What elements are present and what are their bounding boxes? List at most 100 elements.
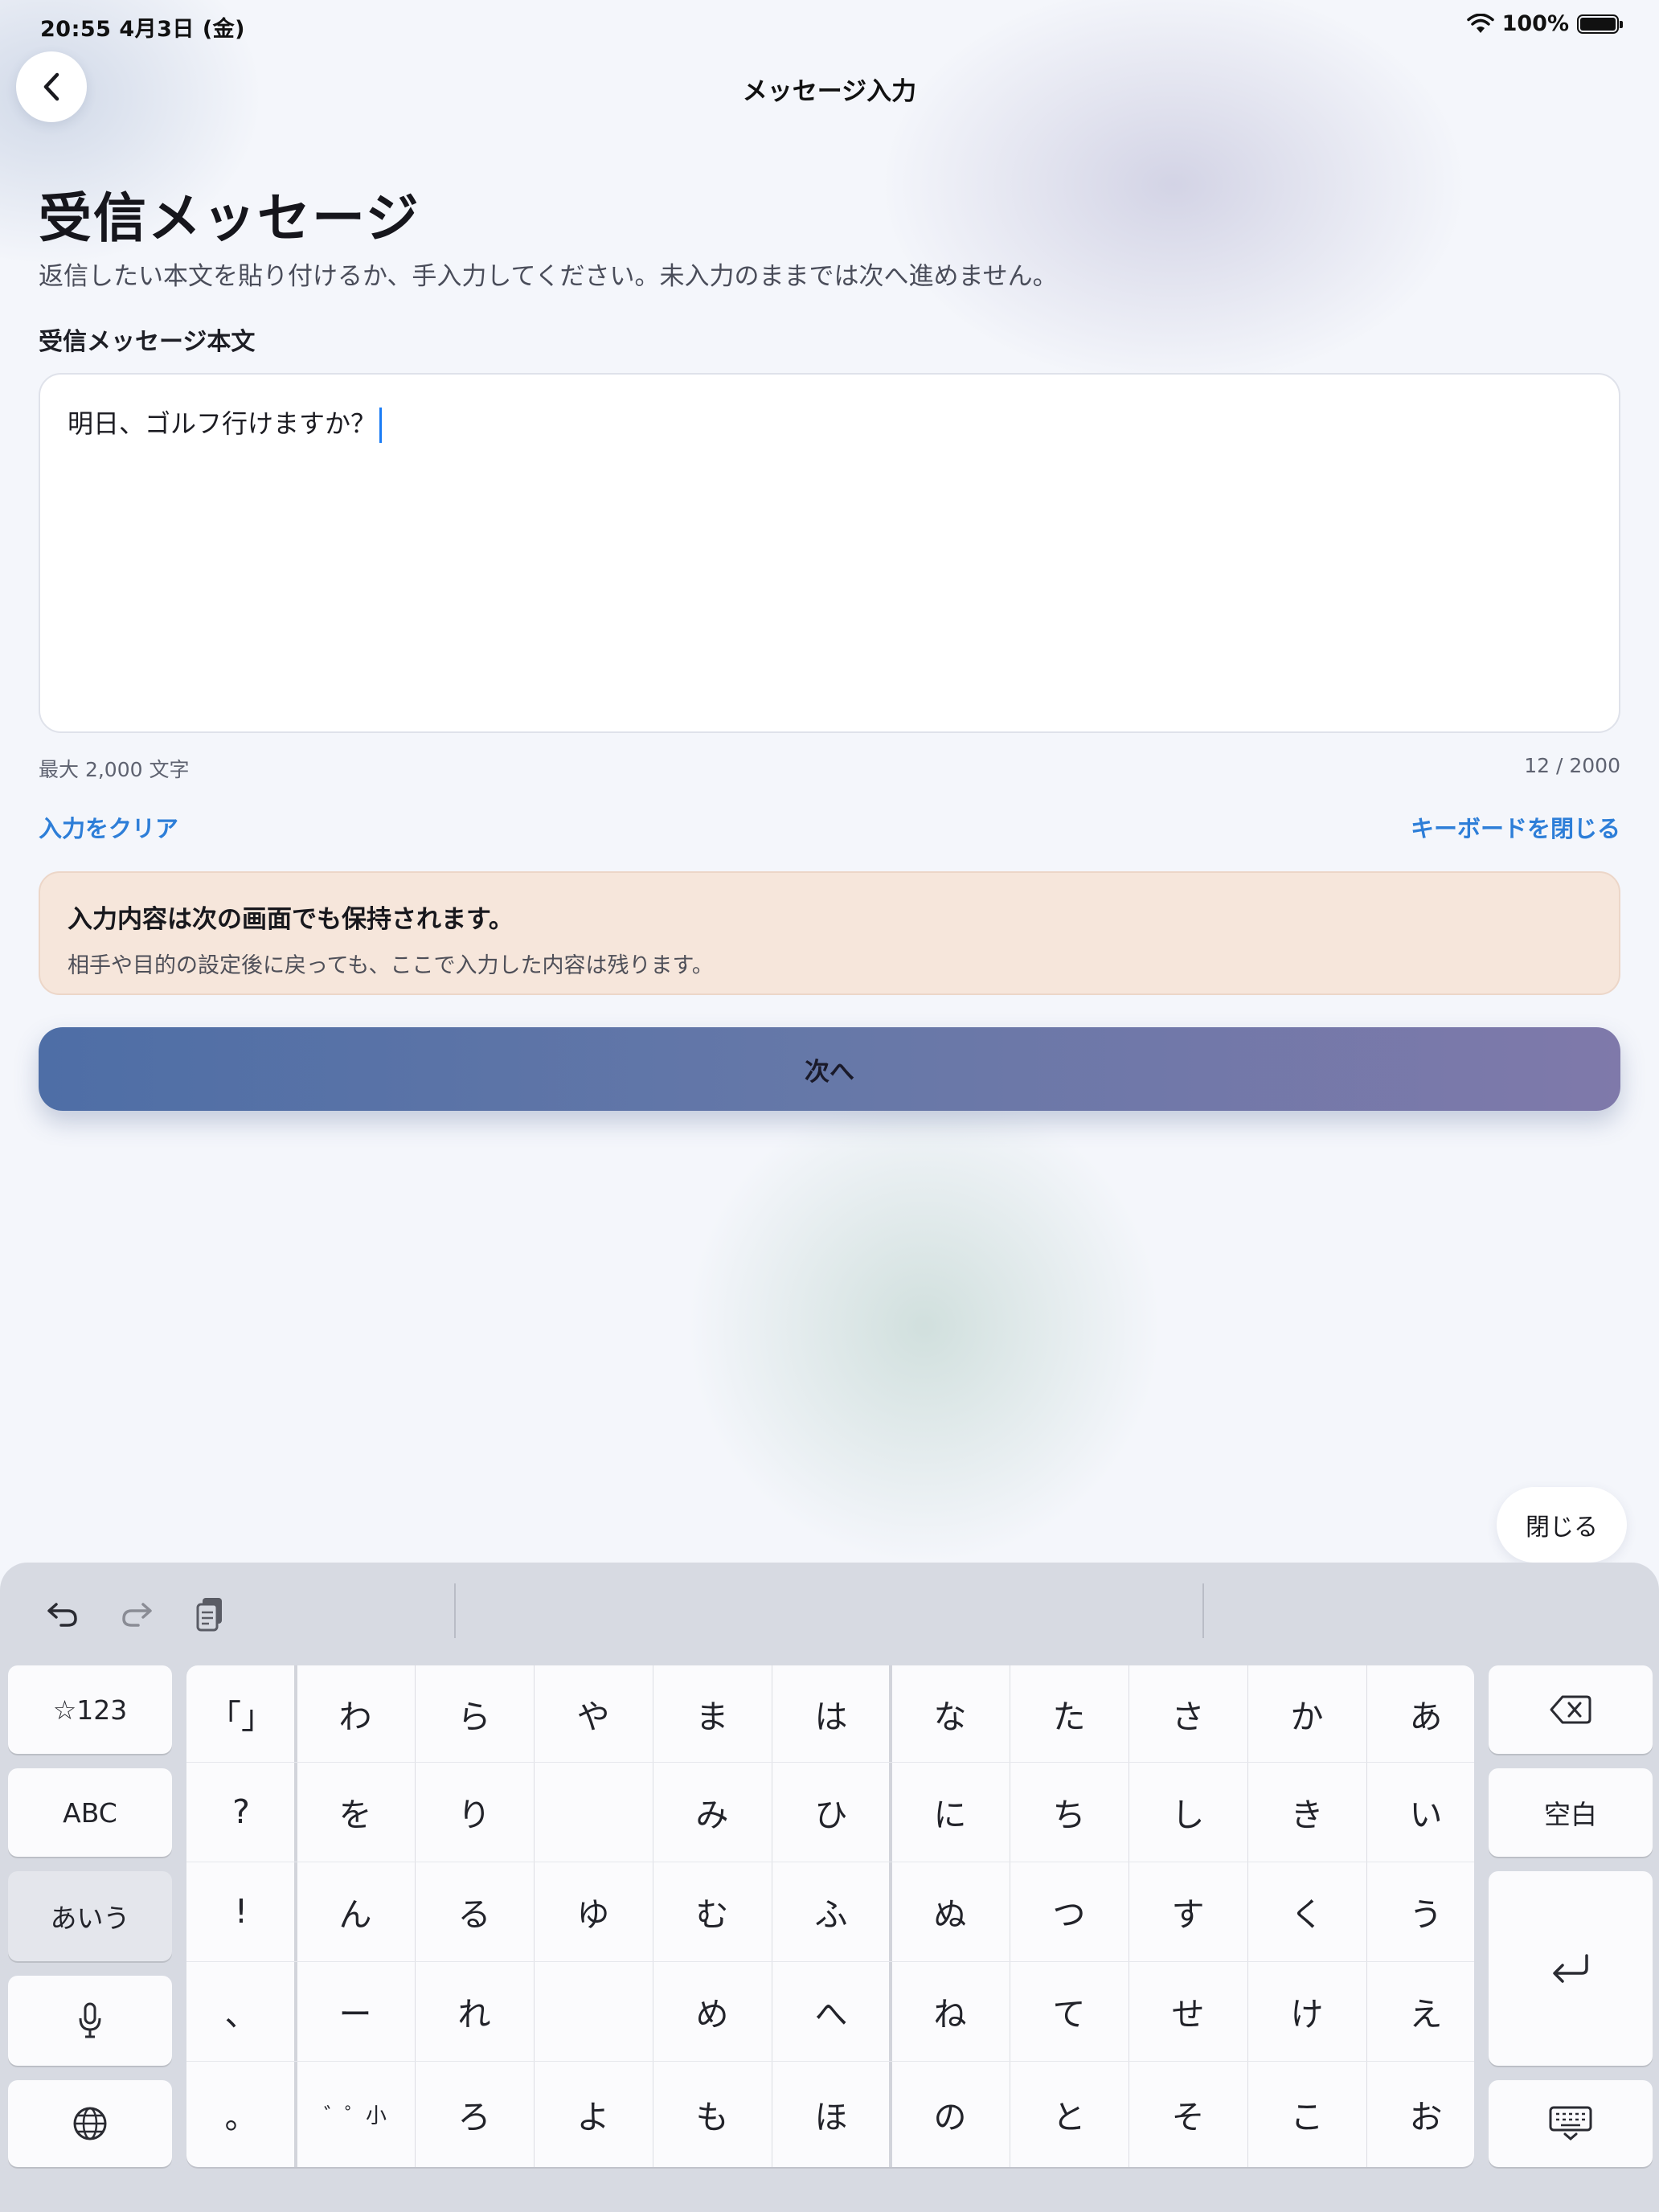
grid-divider (186, 2061, 1474, 2062)
close-button[interactable]: 閉じる (1497, 1487, 1627, 1563)
grid-divider (889, 1665, 892, 2167)
notice-title: 入力内容は次の画面でも保持されます。 (68, 905, 514, 934)
return-key[interactable] (1489, 1871, 1653, 2066)
notice-body: 相手や目的の設定後に戻っても、ここで入力した内容は残ります。 (68, 953, 714, 978)
return-icon (1553, 1954, 1588, 1983)
kana-key[interactable]: み (653, 1762, 772, 1862)
symbols-mode-key[interactable]: ☆123 (8, 1665, 172, 1754)
kana-key[interactable]: い (1366, 1762, 1474, 1862)
undo-button[interactable] (34, 1585, 92, 1643)
delete-backspace-icon (1550, 1695, 1591, 1724)
microphone-icon (79, 2002, 101, 2038)
clear-input-link[interactable]: 入力をクリア (39, 810, 178, 844)
kana-key[interactable]: ろ (415, 2061, 534, 2167)
status-indicators: 100% (1466, 11, 1623, 36)
character-counter: 12 / 2000 (1524, 754, 1620, 777)
kana-key[interactable]: る (415, 1862, 534, 1961)
kana-key[interactable]: ま (653, 1665, 772, 1762)
paste-button[interactable] (182, 1585, 240, 1643)
redo-button[interactable] (108, 1585, 166, 1643)
keyboard-dismiss-icon (1549, 2106, 1592, 2140)
kana-key[interactable]: た (1010, 1665, 1129, 1762)
kana-key[interactable]: ひ (772, 1762, 891, 1862)
kana-key[interactable]: に (891, 1762, 1010, 1862)
space-key[interactable]: 空白 (1489, 1768, 1653, 1857)
wifi-icon (1466, 13, 1494, 33)
grid-divider (186, 1762, 1474, 1763)
kana-key[interactable]: ら (415, 1665, 534, 1762)
grid-divider (1247, 1665, 1248, 2167)
kana-key[interactable]: は (772, 1665, 891, 1762)
kana-key[interactable]: す (1129, 1862, 1247, 1961)
kana-key[interactable]: と (1010, 2061, 1129, 2167)
kana-key[interactable]: せ (1129, 1961, 1247, 2061)
page-description: 返信したい本文を貼り付けるか、手入力してください。未入力のままでは次へ進めません… (39, 262, 1058, 291)
kana-key[interactable]: わ (296, 1665, 415, 1762)
toolbar-divider (454, 1583, 456, 1638)
kana-key[interactable]: や (534, 1665, 653, 1762)
kana-key[interactable]: ね (891, 1961, 1010, 2061)
empty-key (534, 1762, 653, 1862)
kana-key[interactable]: ! (186, 1862, 296, 1961)
kana-key[interactable]: お (1366, 2061, 1474, 2167)
message-textarea[interactable]: 明日、ゴルフ行けますか？ (39, 373, 1620, 733)
kana-key[interactable]: つ (1010, 1862, 1129, 1961)
kana-key[interactable]: か (1247, 1665, 1366, 1762)
kana-key[interactable]: よ (534, 2061, 653, 2167)
next-button[interactable]: 次へ (39, 1027, 1620, 1111)
kana-key[interactable]: く (1247, 1862, 1366, 1961)
kana-key[interactable]: け (1247, 1961, 1366, 2061)
page-title: 受信メッセージ (39, 187, 420, 249)
kana-key[interactable]: れ (415, 1961, 534, 2061)
kana-key[interactable]: ち (1010, 1762, 1129, 1862)
kana-key[interactable]: も (653, 2061, 772, 2167)
kana-key[interactable]: こ (1247, 2061, 1366, 2167)
message-field-label: 受信メッセージ本文 (39, 328, 256, 356)
kana-key[interactable]: の (891, 2061, 1010, 2167)
grid-divider (294, 1665, 297, 2167)
kana-key[interactable]: 「」 (186, 1665, 296, 1762)
grid-divider (534, 1665, 535, 2167)
retention-notice: 入力内容は次の画面でも保持されます。 相手や目的の設定後に戻っても、ここで入力し… (39, 871, 1620, 995)
kana-key[interactable]: て (1010, 1961, 1129, 2061)
status-time: 20:55 4月3日 (金) (40, 17, 245, 42)
kana-key[interactable]: あ (1366, 1665, 1474, 1762)
redo-icon (122, 1603, 152, 1627)
max-length-hint: 最大 2,000 文字 (39, 758, 190, 781)
kana-key[interactable]: ゆ (534, 1862, 653, 1961)
kana-key[interactable]: へ (772, 1961, 891, 2061)
kana-key[interactable]: ん (296, 1862, 415, 1961)
dictation-key[interactable] (8, 1976, 172, 2066)
kana-key[interactable]: ? (186, 1762, 296, 1862)
grid-divider (186, 1961, 1474, 1962)
kana-key[interactable]: む (653, 1862, 772, 1961)
kana-key[interactable]: え (1366, 1961, 1474, 2061)
kana-key[interactable]: さ (1129, 1665, 1247, 1762)
kana-key[interactable]: ぬ (891, 1862, 1010, 1961)
grid-divider (1366, 1665, 1367, 2167)
globe-key[interactable] (8, 2080, 172, 2167)
kana-key[interactable]: 。 (186, 2061, 296, 2167)
kana-key[interactable]: し (1129, 1762, 1247, 1862)
keyboard-toolbar (0, 1563, 1659, 1667)
kana-key[interactable]: う (1366, 1862, 1474, 1961)
kana-key[interactable]: ふ (772, 1862, 891, 1961)
kana-key[interactable]: な (891, 1665, 1010, 1762)
close-keyboard-link[interactable]: キーボードを閉じる (1411, 810, 1620, 844)
kana-key[interactable]: を (296, 1762, 415, 1862)
kana-key[interactable]: き (1247, 1762, 1366, 1862)
delete-key[interactable] (1489, 1665, 1653, 1754)
abc-mode-key[interactable]: ABC (8, 1768, 172, 1857)
dismiss-keyboard-key[interactable] (1489, 2080, 1653, 2167)
kana-key[interactable]: め (653, 1961, 772, 2061)
undo-icon (47, 1603, 77, 1627)
battery-icon (1577, 14, 1623, 34)
kana-key[interactable]: ほ (772, 2061, 891, 2167)
kana-key[interactable]: ー (296, 1961, 415, 2061)
kana-key[interactable]: そ (1129, 2061, 1247, 2167)
toolbar-divider (1202, 1583, 1204, 1638)
kana-key[interactable]: 、 (186, 1961, 296, 2061)
kana-mode-key[interactable]: あいう (8, 1871, 172, 1961)
kana-key[interactable]: ゛゜小 (296, 2061, 415, 2167)
kana-key[interactable]: り (415, 1762, 534, 1862)
